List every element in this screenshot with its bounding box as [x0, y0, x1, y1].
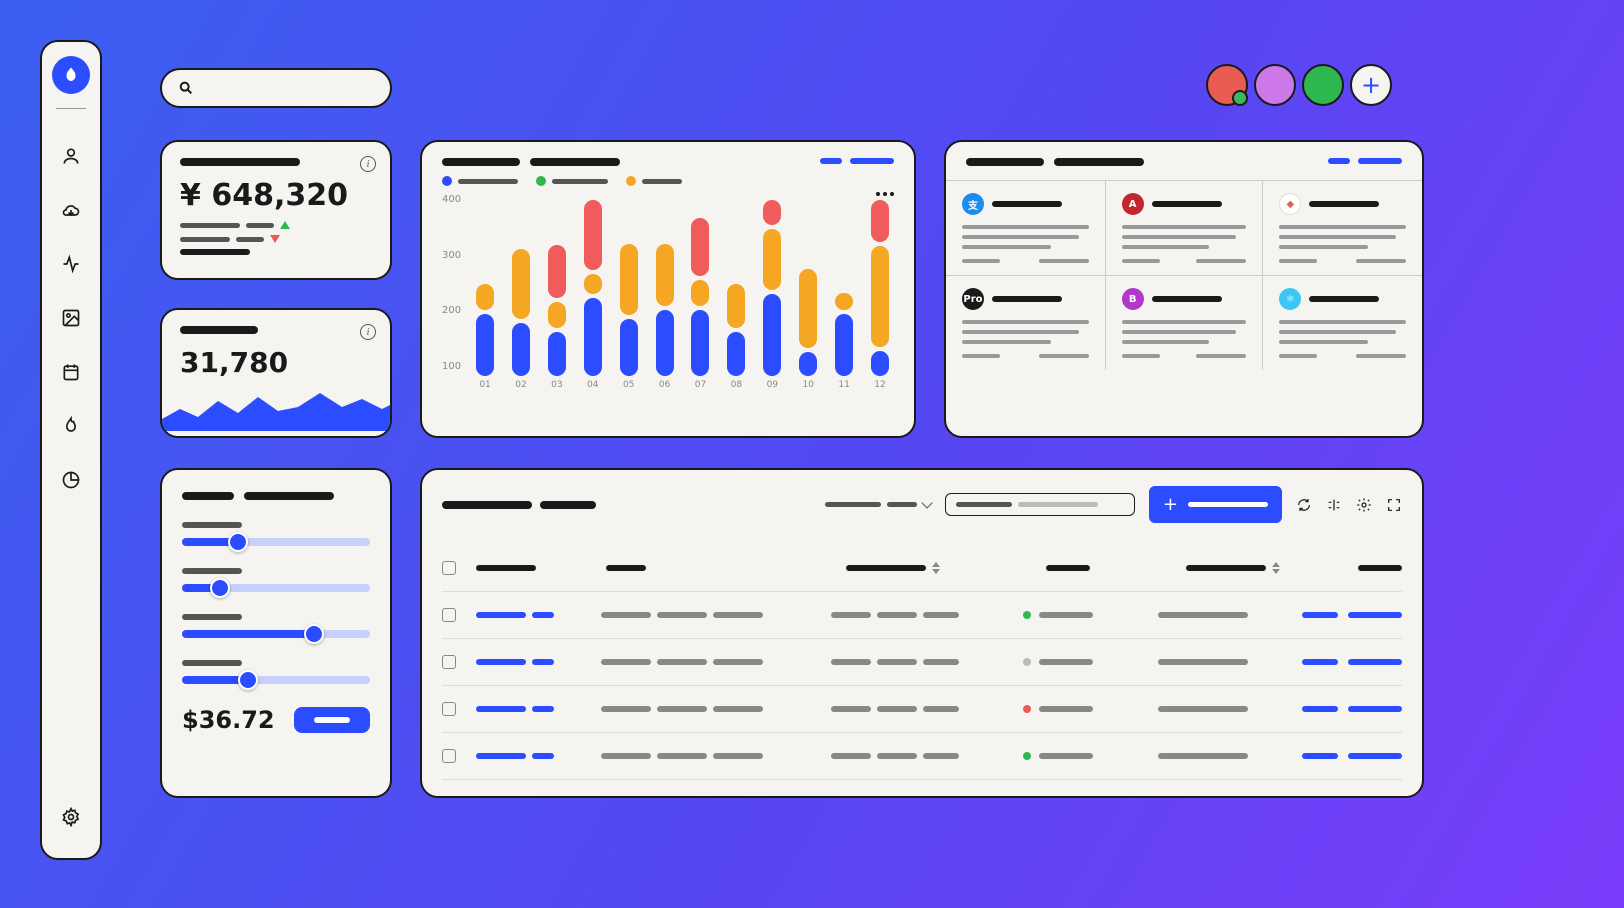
- visitors-card: i 31,780: [160, 308, 392, 438]
- area-sparkline: [162, 387, 392, 431]
- chart-link[interactable]: [820, 158, 894, 164]
- bar-09: 09: [758, 200, 786, 390]
- select-all-checkbox[interactable]: [442, 561, 456, 575]
- table-row: [442, 592, 1402, 639]
- chevron-down-icon: [921, 497, 932, 508]
- table-card: +: [420, 468, 1424, 798]
- fire-icon[interactable]: [60, 415, 82, 437]
- revenue-value: ¥ 648,320: [180, 178, 372, 213]
- visitors-title: [180, 326, 258, 334]
- row-action-1[interactable]: [1302, 706, 1338, 712]
- avatar-2[interactable]: [1254, 64, 1296, 106]
- row-action-2[interactable]: [1348, 659, 1402, 665]
- bar-07: 07: [687, 200, 715, 390]
- refresh-icon[interactable]: [1296, 497, 1312, 513]
- table-search-input[interactable]: [945, 493, 1135, 516]
- sidebar: [40, 40, 102, 860]
- bar-04: 04: [579, 200, 607, 390]
- bar-03: 03: [543, 200, 571, 390]
- slider-2[interactable]: [162, 614, 390, 638]
- search-icon: [178, 80, 194, 96]
- bar-02: 02: [507, 200, 535, 390]
- row-action-2[interactable]: [1348, 706, 1402, 712]
- revenue-card: i ¥ 648,320: [160, 140, 392, 280]
- bar-11: 11: [830, 200, 858, 390]
- search-input[interactable]: [160, 68, 392, 108]
- row-action-1[interactable]: [1302, 612, 1338, 618]
- table-row: [442, 639, 1402, 686]
- slider-3[interactable]: [162, 660, 390, 684]
- bar-10: 10: [794, 200, 822, 390]
- activity-icon[interactable]: [60, 253, 82, 275]
- row-action-1[interactable]: [1302, 659, 1338, 665]
- fullscreen-icon[interactable]: [1386, 497, 1402, 513]
- table-filter-select[interactable]: [825, 502, 931, 507]
- bar-05: 05: [615, 200, 643, 390]
- app-tile-angular[interactable]: A: [1105, 180, 1264, 275]
- apps-link[interactable]: [1328, 158, 1402, 166]
- slider-0[interactable]: [162, 522, 390, 546]
- avatar-3[interactable]: [1302, 64, 1344, 106]
- revenue-title: [180, 158, 300, 166]
- trend-down-icon: [270, 235, 280, 243]
- column-width-icon[interactable]: [1326, 497, 1342, 513]
- row-action-2[interactable]: [1348, 753, 1402, 759]
- row-action-1[interactable]: [1302, 753, 1338, 759]
- trend-up-icon: [280, 221, 290, 229]
- sort-icon[interactable]: [932, 562, 940, 574]
- avatar-1[interactable]: [1206, 64, 1248, 106]
- sort-icon[interactable]: [1272, 562, 1280, 574]
- row-checkbox[interactable]: [442, 608, 456, 622]
- chart-card: 400300200100 01 02 03: [420, 140, 916, 438]
- image-icon[interactable]: [60, 307, 82, 329]
- app-tile-ant-design[interactable]: ◆: [1263, 180, 1422, 275]
- table-header-row: [442, 555, 1402, 592]
- info-icon[interactable]: i: [360, 324, 376, 340]
- row-checkbox[interactable]: [442, 749, 456, 763]
- bar-01: 01: [471, 200, 499, 390]
- bar-08: 08: [722, 200, 750, 390]
- settings-icon[interactable]: [60, 806, 82, 828]
- pie-chart-icon[interactable]: [60, 469, 82, 491]
- app-tile-bootstrap[interactable]: B: [1105, 275, 1264, 370]
- bar-06: 06: [651, 200, 679, 390]
- info-icon[interactable]: i: [360, 156, 376, 172]
- table-row: [442, 733, 1402, 780]
- cloud-download-icon[interactable]: [60, 199, 82, 221]
- app-tile-alipay[interactable]: 支: [946, 180, 1105, 275]
- user-icon[interactable]: [60, 145, 82, 167]
- row-checkbox[interactable]: [442, 702, 456, 716]
- gear-icon[interactable]: [1356, 497, 1372, 513]
- app-tile-react[interactable]: ⚛: [1263, 275, 1422, 370]
- app-tile-ant-pro[interactable]: Pro: [946, 275, 1105, 370]
- visitors-value: 31,780: [180, 346, 390, 379]
- calendar-icon[interactable]: [60, 361, 82, 383]
- filter-price: $36.72: [182, 706, 275, 734]
- add-button[interactable]: +: [1149, 486, 1282, 523]
- slider-1[interactable]: [162, 568, 390, 592]
- table-row: [442, 686, 1402, 733]
- apps-card: 支 A ◆ Pro B: [944, 140, 1424, 438]
- user-avatars: +: [1206, 64, 1392, 106]
- plus-icon: +: [1163, 494, 1178, 515]
- app-logo[interactable]: [52, 56, 90, 94]
- filters-card: $36.72: [160, 468, 392, 798]
- apply-button[interactable]: [294, 707, 370, 733]
- bar-12: 12: [866, 200, 894, 390]
- chart-legend: [442, 176, 894, 186]
- row-action-2[interactable]: [1348, 612, 1402, 618]
- row-checkbox[interactable]: [442, 655, 456, 669]
- add-avatar-button[interactable]: +: [1350, 64, 1392, 106]
